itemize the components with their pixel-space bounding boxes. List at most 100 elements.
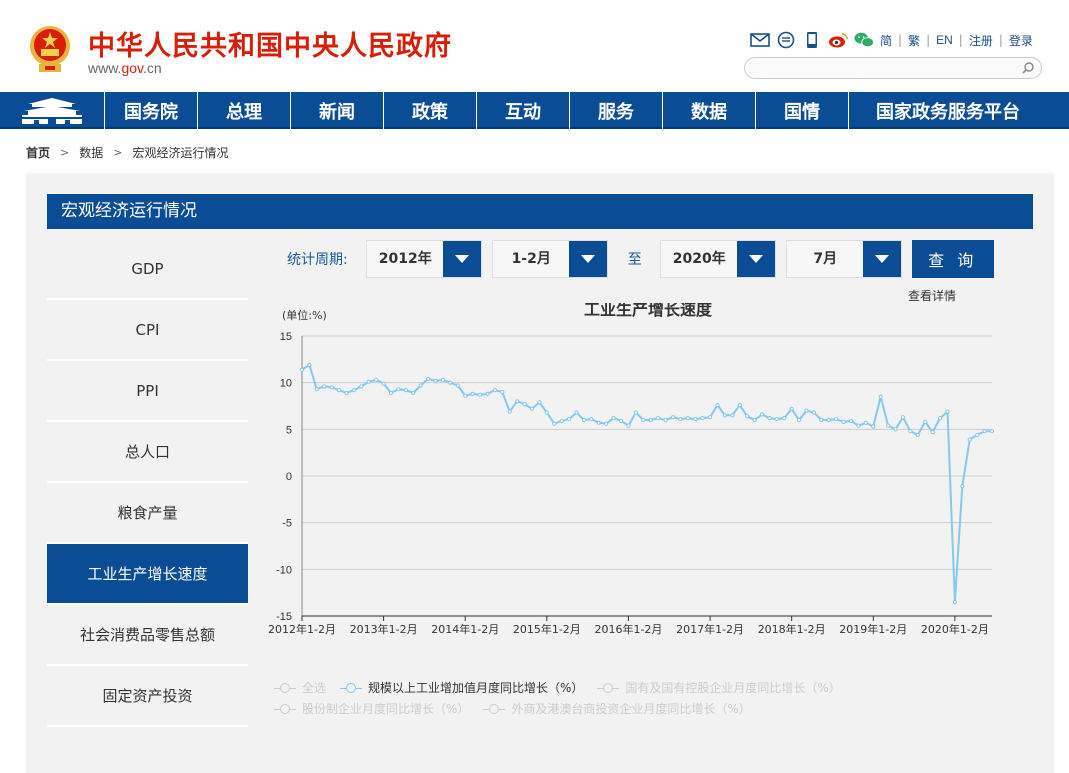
breadcrumb-home[interactable]: 首页	[26, 144, 50, 161]
data-point[interactable]	[923, 419, 928, 424]
data-point[interactable]	[307, 362, 312, 368]
data-point[interactable]	[834, 416, 839, 422]
data-point[interactable]	[774, 416, 779, 422]
data-point[interactable]	[381, 381, 386, 386]
sidebar-item-gdp[interactable]: GDP	[47, 239, 248, 300]
data-point[interactable]	[952, 599, 958, 605]
series-line[interactable]	[301, 363, 992, 603]
view-details-link[interactable]: 查看详情	[908, 287, 956, 304]
nav-item-state-council[interactable]: 国务院	[105, 92, 198, 129]
mail-icon[interactable]	[750, 31, 770, 49]
data-point[interactable]	[678, 416, 683, 422]
data-point[interactable]	[989, 429, 995, 434]
data-point[interactable]	[856, 423, 861, 428]
data-point[interactable]	[426, 376, 431, 382]
data-point[interactable]	[648, 417, 653, 423]
data-point[interactable]	[633, 410, 638, 415]
sidebar-item-grain-output[interactable]: 粮食产量	[47, 483, 248, 544]
data-point[interactable]	[715, 402, 720, 408]
data-point[interactable]	[388, 390, 394, 396]
message-icon[interactable]	[776, 31, 796, 49]
sidebar-item-fixed-asset-investment[interactable]: 固定资产投资	[47, 666, 248, 727]
search-input[interactable]	[744, 57, 1042, 79]
data-point[interactable]	[685, 416, 690, 421]
data-point[interactable]	[670, 415, 676, 420]
data-point[interactable]	[745, 414, 750, 419]
dropdown-arrow-icon[interactable]	[862, 241, 901, 277]
data-point[interactable]	[960, 484, 965, 489]
data-point[interactable]	[937, 416, 943, 421]
legend-item[interactable]: 规模以上工业增加值月度同比增长（%）	[340, 679, 583, 696]
data-point[interactable]	[737, 402, 742, 408]
data-point[interactable]	[322, 384, 327, 389]
data-point[interactable]	[366, 379, 371, 384]
data-point[interactable]	[618, 418, 624, 424]
data-point[interactable]	[908, 429, 913, 434]
data-point[interactable]	[344, 390, 349, 396]
data-point[interactable]	[351, 388, 357, 393]
link-register[interactable]: 注册	[969, 32, 993, 49]
data-point[interactable]	[403, 388, 408, 393]
legend-item[interactable]: 全选	[274, 679, 326, 696]
data-point[interactable]	[596, 420, 601, 425]
nav-item-service[interactable]: 服务	[570, 92, 663, 129]
data-point[interactable]	[767, 416, 772, 421]
sidebar-item-ppi[interactable]: PPI	[47, 361, 248, 422]
data-point[interactable]	[982, 429, 987, 434]
data-point[interactable]	[529, 406, 535, 411]
data-point[interactable]	[589, 416, 594, 422]
sidebar-item-industrial-growth[interactable]: 工业生产增长速度	[47, 544, 248, 605]
data-point[interactable]	[485, 391, 490, 396]
data-point[interactable]	[329, 385, 334, 390]
breadcrumb-data[interactable]: 数据	[79, 144, 103, 161]
data-point[interactable]	[789, 406, 794, 411]
start-month-select[interactable]: 1-2月	[491, 240, 608, 278]
data-point[interactable]	[656, 416, 661, 421]
data-point[interactable]	[314, 387, 319, 392]
data-point[interactable]	[930, 430, 935, 435]
legend-item[interactable]: 股份制企业月度同比增长（%）	[274, 700, 469, 717]
sidebar-item-population[interactable]: 总人口	[47, 422, 248, 483]
nav-item-data[interactable]: 数据	[663, 92, 756, 129]
dropdown-arrow-icon[interactable]	[736, 241, 775, 277]
data-point[interactable]	[604, 421, 609, 426]
mobile-icon[interactable]	[802, 31, 822, 49]
data-point[interactable]	[418, 383, 423, 388]
nav-item-policy[interactable]: 政策	[384, 92, 477, 129]
nav-item-news[interactable]: 新闻	[291, 92, 384, 129]
data-point[interactable]	[693, 416, 698, 422]
data-point[interactable]	[559, 418, 564, 424]
data-point[interactable]	[574, 410, 579, 415]
data-point[interactable]	[396, 387, 401, 392]
data-point[interactable]	[804, 408, 809, 413]
data-point[interactable]	[433, 378, 438, 383]
end-year-select[interactable]: 2020年	[659, 240, 776, 278]
data-point[interactable]	[374, 377, 379, 382]
legend-item[interactable]: 国有及国有控股企业月度同比增长（%）	[597, 679, 841, 696]
weibo-icon[interactable]	[828, 31, 848, 49]
data-point[interactable]	[500, 389, 505, 395]
breadcrumb-current[interactable]: 宏观经济运行情况	[132, 144, 228, 161]
data-point[interactable]	[893, 427, 898, 432]
data-point[interactable]	[848, 418, 854, 424]
data-point[interactable]	[841, 419, 846, 424]
data-point[interactable]	[336, 388, 342, 393]
link-login[interactable]: 登录	[1009, 32, 1033, 49]
data-point[interactable]	[463, 393, 468, 398]
wechat-icon[interactable]	[854, 31, 874, 49]
nav-item-gov-service-platform[interactable]: 国家政务服务平台	[849, 92, 1047, 129]
data-point[interactable]	[782, 416, 787, 421]
data-point[interactable]	[299, 367, 305, 372]
data-point[interactable]	[915, 432, 920, 438]
end-month-select[interactable]: 7月	[785, 240, 902, 278]
data-point[interactable]	[611, 416, 616, 421]
data-point[interactable]	[663, 417, 668, 423]
data-point[interactable]	[455, 383, 460, 388]
start-year-select[interactable]: 2012年	[365, 240, 482, 278]
legend-item[interactable]: 外商及港澳台商投资企业月度同比增长（%）	[483, 700, 751, 717]
data-point[interactable]	[759, 412, 765, 417]
data-point[interactable]	[878, 394, 883, 399]
nav-item-interaction[interactable]: 互动	[477, 92, 570, 129]
data-point[interactable]	[448, 380, 453, 385]
data-point[interactable]	[470, 391, 475, 396]
